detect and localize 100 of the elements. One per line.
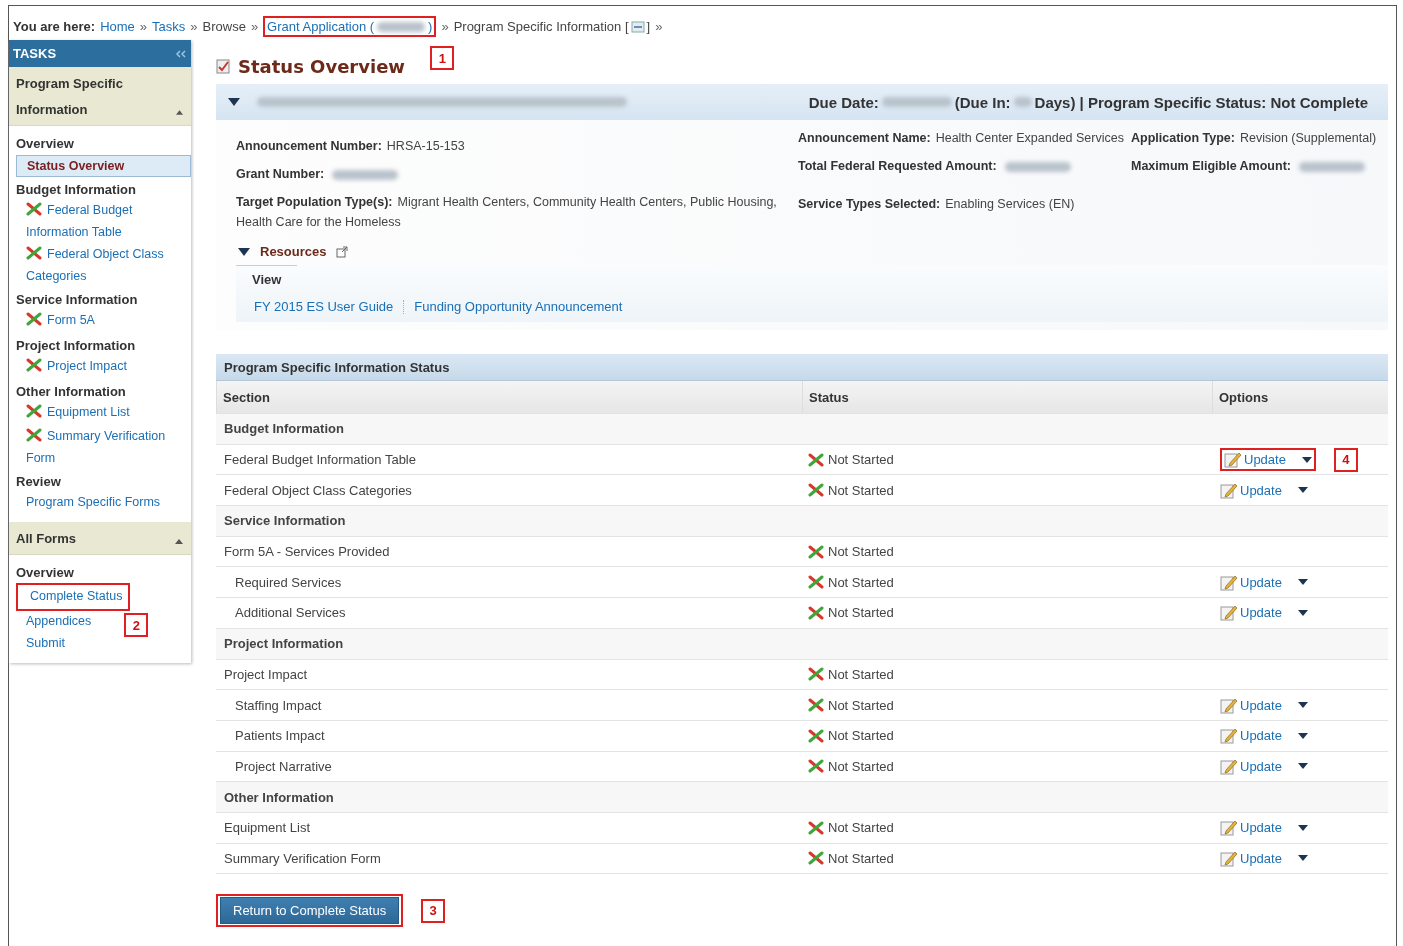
table-cell-text: Patients Impact <box>234 728 326 744</box>
resources-title[interactable]: Resources <box>260 244 327 259</box>
return-button[interactable]: Return to Complete Status <box>220 897 400 925</box>
status-x-icon <box>26 404 42 418</box>
table-cell-text: Project Narrative <box>234 758 333 774</box>
update-link[interactable]: Update <box>1220 757 1282 775</box>
dropdown-caret-icon[interactable] <box>1297 732 1308 739</box>
external-link-icon[interactable] <box>336 245 349 258</box>
dropdown-caret-icon[interactable] <box>1297 855 1308 862</box>
view-tab[interactable]: View <box>236 265 298 293</box>
sidebar-link[interactable]: Federal Budget Information Table <box>16 200 191 244</box>
status-x-icon <box>808 851 824 866</box>
edit-page-icon <box>1220 573 1238 591</box>
sidebar-heading: Service Information <box>16 291 139 309</box>
table-cell-text: Equipment List <box>223 820 311 836</box>
sidebar-link[interactable]: Complete Status <box>20 586 127 608</box>
status-cell: Not Started <box>802 605 1212 621</box>
update-link[interactable]: Update <box>1220 849 1282 867</box>
table-cell-text: Additional Services <box>234 605 347 621</box>
status-x-icon <box>808 605 824 620</box>
sidebar-heading: Budget Information <box>16 181 137 199</box>
panel-header[interactable]: All Forms <box>9 522 191 555</box>
sidebar-link[interactable]: Project Impact <box>16 356 131 380</box>
dropdown-caret-icon[interactable] <box>1297 702 1308 709</box>
detail-field: Announcement Name: Health Center Expanded Services <box>798 128 1131 148</box>
sidebar-link[interactable]: Equipment List <box>16 402 134 426</box>
sidebar-title: TASKS <box>13 46 57 61</box>
collapse-icon[interactable] <box>175 49 187 58</box>
resource-link[interactable]: FY 2015 ES User Guide <box>254 299 394 314</box>
status-cell: Not Started <box>802 452 1212 468</box>
table-cell-text: Federal Budget Information Table <box>223 452 417 468</box>
collapse-caret-icon[interactable] <box>175 539 183 544</box>
sidebar-link[interactable]: Appendices <box>16 611 96 633</box>
update-link[interactable]: Update <box>1220 819 1282 837</box>
sidebar-link[interactable]: Submit <box>16 633 69 655</box>
table-cell-text: Summary Verification Form <box>223 850 382 866</box>
update-link[interactable]: Update <box>1220 481 1282 499</box>
sidebar-heading: Review <box>16 473 62 491</box>
sidebar-link[interactable]: Status Overview <box>16 155 191 177</box>
status-x-icon <box>808 728 824 743</box>
column-header: Status <box>802 381 1212 413</box>
status-cell: Not Started <box>802 820 1212 836</box>
dropdown-caret-icon[interactable] <box>1297 487 1308 494</box>
resource-link[interactable]: Funding Opportunity Announcement <box>414 299 623 314</box>
page-title: Status Overview <box>238 55 405 77</box>
dropdown-caret-icon[interactable] <box>1297 579 1308 586</box>
callout-number: 3 <box>421 898 446 923</box>
callout-number: 1 <box>430 46 455 70</box>
sidebar-link[interactable]: Federal Object Class Categories <box>16 244 191 288</box>
edit-page-icon <box>1220 819 1238 837</box>
section-heading: Budget Information <box>223 421 345 437</box>
breadcrumb-link[interactable]: Tasks <box>152 19 186 34</box>
status-x-icon <box>26 358 42 372</box>
collapse-caret-icon[interactable] <box>228 96 240 108</box>
update-link[interactable]: Update <box>1220 573 1282 591</box>
breadcrumb-link[interactable]: Grant Application ( ) <box>267 19 433 34</box>
edit-page-icon <box>1220 696 1238 714</box>
panel-title: All Forms <box>16 530 76 548</box>
status-x-icon <box>26 202 42 216</box>
collapse-caret-icon[interactable] <box>238 245 250 258</box>
breadcrumb-text: Browse <box>202 19 246 34</box>
status-x-icon <box>808 483 824 498</box>
status-x-icon <box>26 246 42 260</box>
update-link[interactable]: Update <box>1220 696 1282 714</box>
detail-field: Service Types Selected: Enabling Services (EN) <box>798 194 1131 214</box>
edit-page-icon <box>1220 604 1238 622</box>
collapse-caret-icon[interactable] <box>175 110 183 115</box>
status-x-icon <box>808 667 824 682</box>
status-cell: Not Started <box>802 666 1212 682</box>
edit-page-icon <box>1220 849 1238 867</box>
status-x-icon <box>808 759 824 774</box>
sidebar-heading: Project Information <box>16 337 137 355</box>
edit-page-icon <box>1220 727 1238 745</box>
dropdown-caret-icon[interactable] <box>1297 824 1308 831</box>
due-date-text: Due Date: (Due In: Days) | Program Specific Status: Not Complete <box>808 93 1368 111</box>
breadcrumb-link[interactable]: Home <box>100 19 135 34</box>
update-link[interactable]: Update <box>1220 727 1282 745</box>
table-cell-text: Form 5A - Services Provided <box>223 544 391 560</box>
detail-field: Maximum Eligible Amount: <box>1131 156 1378 176</box>
status-x-icon <box>808 575 824 590</box>
sidebar-link[interactable]: Form 5A <box>16 310 99 334</box>
column-header: Options <box>1212 381 1388 413</box>
panel-header[interactable]: Program Specific Information <box>9 67 191 126</box>
sidebar-link[interactable]: Summary Verification Form <box>16 426 191 470</box>
status-cell: Not Started <box>802 850 1212 866</box>
edit-page-icon <box>1220 757 1238 775</box>
status-x-icon <box>808 452 824 467</box>
status-cell: Not Started <box>802 482 1212 498</box>
dropdown-caret-icon[interactable] <box>1301 456 1312 463</box>
sidebar-link[interactable]: Program Specific Forms <box>16 492 165 514</box>
breadcrumb-separator: » <box>139 19 148 34</box>
update-link[interactable]: Update <box>1220 604 1282 622</box>
callout-number: 2 <box>124 613 149 637</box>
dropdown-caret-icon[interactable] <box>1297 763 1308 770</box>
detail-field: Total Federal Requested Amount: <box>798 156 1131 176</box>
table-cell-text: Staffing Impact <box>234 697 323 713</box>
clipboard-icon <box>216 58 230 74</box>
dropdown-caret-icon[interactable] <box>1297 609 1308 616</box>
table-title: Program Specific Information Status <box>216 354 1388 381</box>
update-link[interactable]: Update <box>1224 451 1286 469</box>
